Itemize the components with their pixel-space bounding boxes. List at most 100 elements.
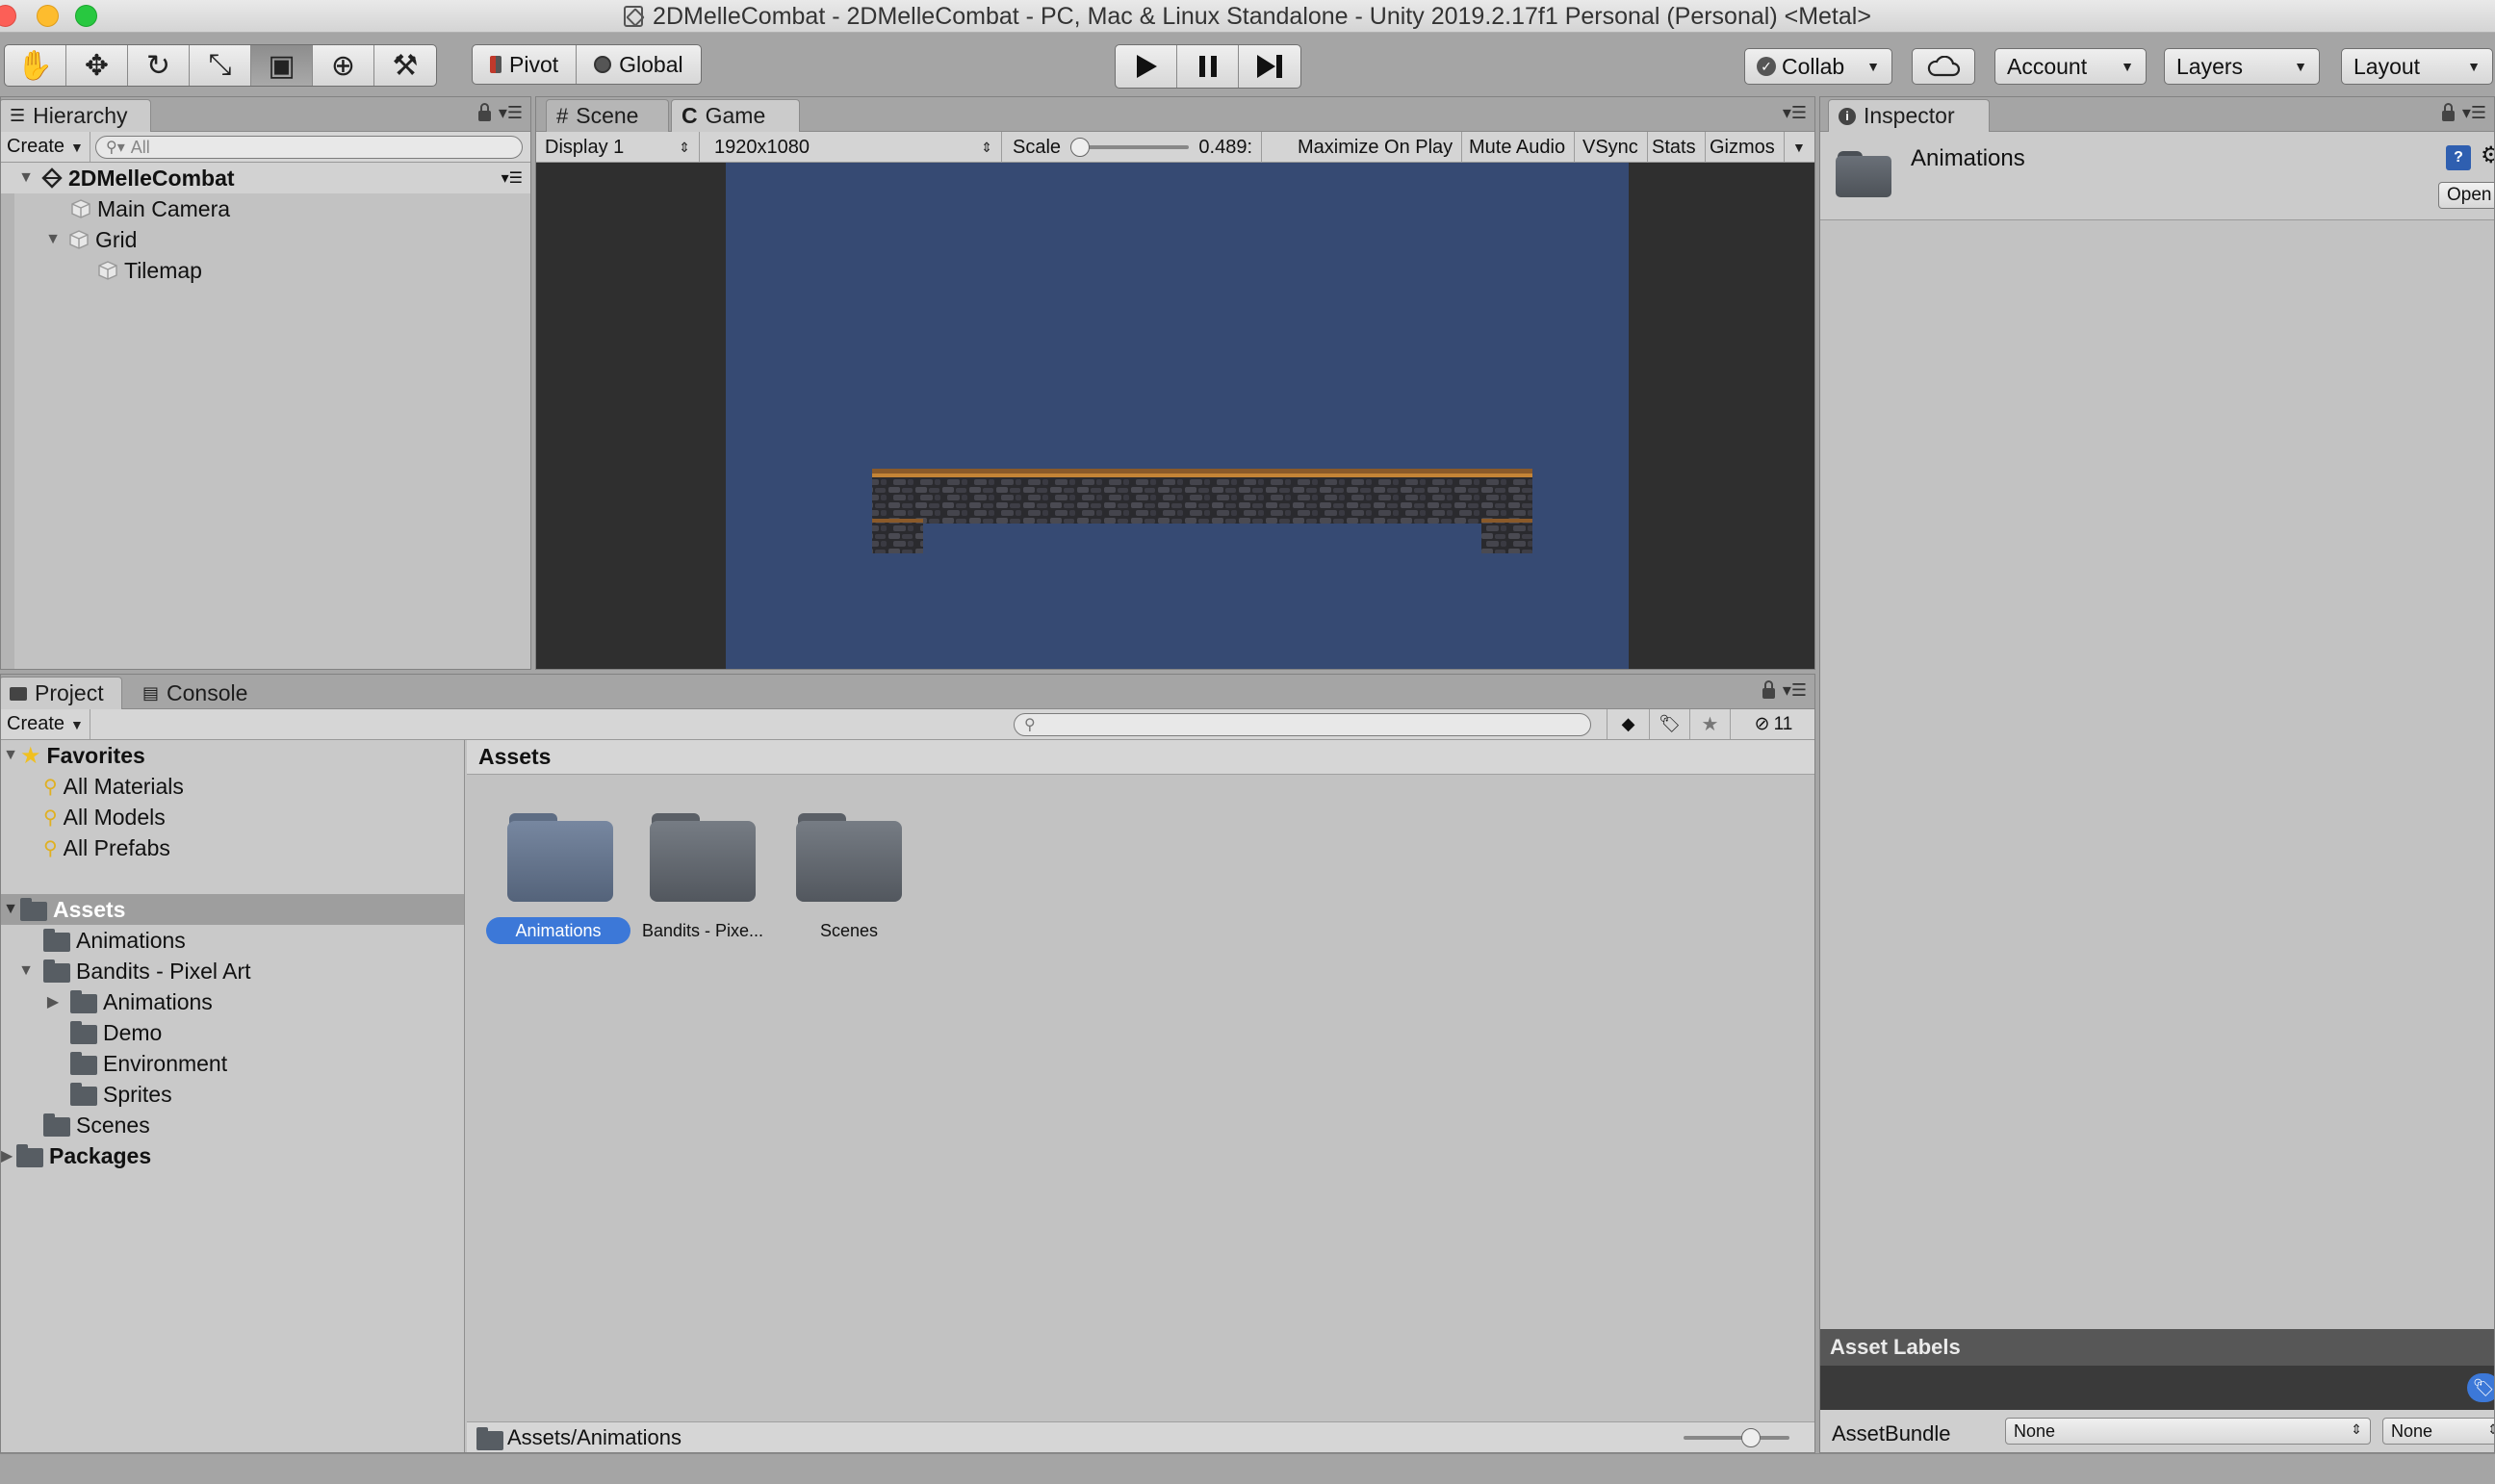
expand-arrow-icon[interactable]: ▼	[1, 901, 20, 918]
hierarchy-item-tilemap[interactable]: Tilemap	[1, 255, 530, 286]
scene-menu-icon[interactable]: ▾☰	[502, 168, 523, 188]
stats-toggle[interactable]: Stats	[1643, 132, 1706, 163]
expand-arrow-icon[interactable]: ▼	[16, 169, 36, 187]
icon-size-slider[interactable]	[1684, 1428, 1789, 1447]
settings-gear-icon[interactable]: ⚙	[2481, 141, 2494, 169]
open-button[interactable]: Open	[2438, 182, 2494, 209]
hierarchy-item-grid[interactable]: ▼ Grid	[1, 224, 530, 255]
collapsed-arrow-icon[interactable]: ▶	[1, 1146, 13, 1165]
rotate-tool-icon: ↻	[145, 49, 171, 82]
gameobject-cube-icon	[71, 199, 90, 218]
open-label: Open	[2447, 185, 2492, 205]
gizmos-toggle[interactable]: Gizmos	[1701, 132, 1785, 163]
help-book-icon[interactable]: ?	[2446, 145, 2471, 170]
favorite-item-all-materials[interactable]: ⚲ All Materials	[1, 771, 464, 802]
favorites-row[interactable]: ▼ ★ Favorites	[1, 740, 464, 771]
tree-label: Scenes	[76, 1112, 150, 1138]
layers-dropdown[interactable]: Layers ▼	[2164, 48, 2320, 85]
label-tag-icon[interactable]: 🏷	[2467, 1373, 2494, 1402]
tab-inspector[interactable]: i Inspector	[1828, 99, 1990, 132]
move-tool-button[interactable]: ✥	[66, 45, 128, 86]
project-search-input[interactable]: ⚲	[1014, 713, 1591, 736]
rotate-tool-button[interactable]: ↻	[128, 45, 190, 86]
breadcrumb[interactable]: Assets	[467, 740, 1814, 775]
search-by-type-button[interactable]: ◆	[1607, 709, 1649, 739]
global-button[interactable]: Global	[577, 45, 700, 84]
vsync-toggle[interactable]: VSync	[1574, 132, 1648, 163]
lock-icon[interactable]	[1762, 680, 1775, 699]
tree-item-scenes[interactable]: Scenes	[1, 1110, 464, 1140]
assetbundle-dropdown[interactable]: None ⇕	[2005, 1418, 2371, 1445]
pause-icon	[1198, 56, 1217, 77]
folder-icon	[70, 1020, 97, 1044]
step-button[interactable]	[1239, 45, 1300, 88]
tab-menu-icon[interactable]: ▾☰	[2462, 103, 2486, 123]
folder-large-icon	[650, 813, 756, 902]
hierarchy-search-input[interactable]: ⚲▾ All	[95, 136, 523, 159]
tree-item-demo[interactable]: Demo	[1, 1017, 464, 1048]
search-by-label-button[interactable]: 🏷	[1649, 709, 1689, 739]
assetbundle-variant-dropdown[interactable]: None ⇕	[2382, 1418, 2494, 1445]
play-button[interactable]	[1116, 45, 1177, 88]
assets-root-row[interactable]: ▼ Assets	[1, 894, 464, 925]
hidden-packages-toggle[interactable]: ⊘ 11	[1730, 709, 1814, 739]
tab-project[interactable]: Project	[1, 677, 122, 709]
game-view[interactable]	[536, 163, 1814, 669]
playmode-controls	[1115, 44, 1301, 89]
packages-row[interactable]: ▶ Packages	[1, 1140, 464, 1171]
display-dropdown[interactable]: Display 1 ⇕	[536, 132, 700, 163]
layout-dropdown[interactable]: Layout ▼	[2341, 48, 2493, 85]
hand-tool-button[interactable]: ✋	[5, 45, 66, 86]
pacman-icon: C	[682, 103, 698, 128]
tree-label: Demo	[103, 1019, 163, 1045]
tree-item-bandits[interactable]: ▼ Bandits - Pixel Art	[1, 956, 464, 986]
project-tab-label: Project	[35, 680, 104, 705]
cloud-button[interactable]	[1912, 48, 1975, 85]
tab-game[interactable]: C Game	[671, 99, 800, 132]
icon-size-thumb[interactable]	[1741, 1428, 1761, 1447]
favorite-item-all-models[interactable]: ⚲ All Models	[1, 802, 464, 832]
console-tab-label: Console	[167, 680, 248, 705]
tab-menu-icon[interactable]: ▾☰	[499, 103, 523, 123]
tab-console[interactable]: ▤ Console	[132, 677, 265, 709]
scale-slider-thumb[interactable]	[1070, 138, 1091, 157]
pause-button[interactable]	[1177, 45, 1239, 88]
hierarchy-scene-row[interactable]: ▼ 2DMelleCombat ▾☰	[1, 163, 530, 193]
tree-item-animations[interactable]: Animations	[1, 925, 464, 956]
expand-arrow-icon[interactable]: ▼	[16, 962, 36, 980]
tree-label: Bandits - Pixel Art	[76, 958, 251, 984]
resolution-dropdown[interactable]: 1920x1080 ⇕	[706, 132, 1002, 163]
hierarchy-create-button[interactable]: Create ▼	[1, 132, 90, 162]
mute-audio-toggle[interactable]: Mute Audio	[1460, 132, 1576, 163]
tab-hierarchy[interactable]: ☰ Hierarchy	[1, 99, 151, 132]
expand-arrow-icon[interactable]: ▼	[1, 747, 20, 764]
account-dropdown[interactable]: Account ▼	[1994, 48, 2147, 85]
rect-tool-button[interactable]: ▣	[251, 45, 313, 86]
scale-tool-button[interactable]: ⤡	[190, 45, 251, 86]
lock-icon[interactable]	[2441, 103, 2455, 121]
lock-icon[interactable]	[477, 103, 491, 121]
custom-tool-button[interactable]: ⚒	[374, 45, 436, 86]
hierarchy-item-main-camera[interactable]: Main Camera	[1, 193, 530, 224]
collapsed-arrow-icon[interactable]: ▶	[43, 992, 63, 1011]
mute-label: Mute Audio	[1469, 136, 1566, 158]
transform-tools: ✋ ✥ ↻ ⤡ ▣ ⊕ ⚒	[4, 44, 437, 87]
tab-menu-icon[interactable]: ▾☰	[1783, 103, 1807, 123]
scale-slider[interactable]	[1070, 138, 1190, 157]
gizmos-dropdown[interactable]: ▼	[1784, 132, 1814, 163]
tab-menu-icon[interactable]: ▾☰	[1783, 680, 1807, 701]
maximize-on-play-toggle[interactable]: Maximize On Play	[1289, 132, 1463, 163]
tree-item-bandits-animations[interactable]: ▶ Animations	[1, 986, 464, 1017]
cloud-icon	[1927, 56, 1961, 77]
favorite-item-all-prefabs[interactable]: ⚲ All Prefabs	[1, 832, 464, 863]
save-search-button[interactable]: ★	[1689, 709, 1730, 739]
expand-arrow-icon[interactable]: ▼	[43, 231, 63, 248]
tree-item-sprites[interactable]: Sprites	[1, 1079, 464, 1110]
collab-button[interactable]: ✓ Collab ▼	[1744, 48, 1892, 85]
project-create-button[interactable]: Create ▼	[1, 709, 90, 739]
pivot-button[interactable]: Pivot	[473, 45, 578, 84]
inspector-tabstrip: i Inspector ▾☰	[1820, 97, 2494, 132]
tree-item-environment[interactable]: Environment	[1, 1048, 464, 1079]
transform-tool-button[interactable]: ⊕	[313, 45, 374, 86]
tab-scene[interactable]: # Scene	[546, 99, 669, 132]
